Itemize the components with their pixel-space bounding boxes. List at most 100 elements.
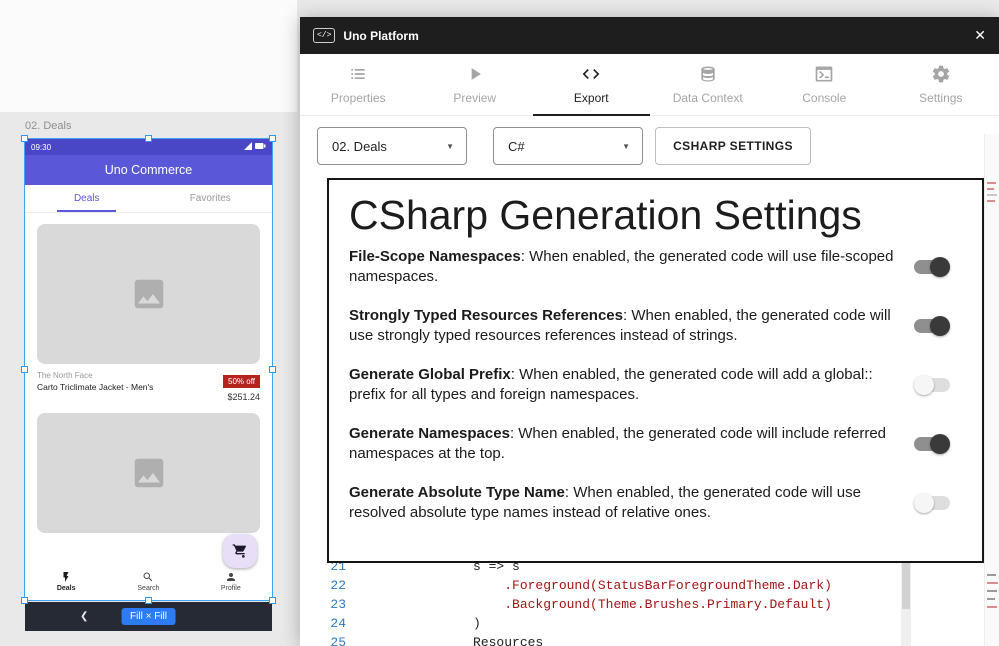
nav-item-profile[interactable]: Profile <box>190 571 272 592</box>
selection-handle[interactable] <box>21 366 28 373</box>
code-minimap[interactable] <box>984 134 999 646</box>
setting-text: Generate Global Prefix: When enabled, th… <box>349 365 896 405</box>
status-icons <box>244 142 266 152</box>
phone-tab-deals[interactable]: Deals <box>25 185 149 212</box>
selection-handle[interactable] <box>269 597 276 604</box>
list-icon <box>348 64 368 84</box>
line-number: 24 <box>300 614 346 633</box>
code-editor: 21 s => s 22 .Foreground(StatusBarForegr… <box>300 557 900 646</box>
code-icon <box>581 64 601 84</box>
tab-label: Console <box>802 91 846 105</box>
tab-label: Data Context <box>673 91 743 105</box>
tab-settings[interactable]: Settings <box>883 54 999 115</box>
minimap-mark <box>987 598 995 600</box>
product-card-2[interactable] <box>37 413 260 533</box>
nav-label: Deals <box>57 585 76 592</box>
toggle-generate-absolute-type-name[interactable] <box>914 493 950 513</box>
status-time: 09:30 <box>31 143 51 152</box>
discount-badge: 50% off <box>223 375 260 388</box>
phone-app-bar: Uno Commerce <box>25 155 272 185</box>
product-name: Carto Triclimate Jacket - Men's <box>37 382 153 392</box>
uno-logo-icon: </> <box>313 28 335 43</box>
toggle-file-scope-namespaces[interactable] <box>914 257 950 277</box>
chevron-down-icon: ▼ <box>446 142 454 151</box>
setting-text: Generate Namespaces: When enabled, the g… <box>349 424 896 464</box>
selection-handle[interactable] <box>269 366 276 373</box>
selection-handle[interactable] <box>21 597 28 604</box>
selection-handle[interactable] <box>145 135 152 142</box>
page-select[interactable]: 02. Deals ▼ <box>317 127 467 165</box>
database-icon <box>698 64 718 84</box>
code-text: Resources <box>356 633 543 646</box>
csharp-settings-label: CSHARP SETTINGS <box>673 139 793 153</box>
product-card-1[interactable] <box>37 224 260 364</box>
chevron-down-icon: ▼ <box>622 142 630 151</box>
collapse-chevron-icon[interactable]: ❮ <box>80 611 88 622</box>
layout-fill-badge[interactable]: Fill × Fill <box>121 608 176 625</box>
close-icon[interactable]: ✕ <box>974 27 986 44</box>
tab-preview[interactable]: Preview <box>417 54 534 115</box>
profile-icon <box>225 571 237 583</box>
toggle-knob <box>930 316 950 336</box>
product-info-row: The North Face Carto Triclimate Jacket -… <box>25 364 272 402</box>
phone-tab-favorites[interactable]: Favorites <box>149 185 273 212</box>
setting-row: Generate Global Prefix: When enabled, th… <box>349 365 964 405</box>
tab-export[interactable]: Export <box>533 54 650 115</box>
nav-item-deals[interactable]: Deals <box>25 571 107 592</box>
gear-icon <box>931 64 951 84</box>
tab-label: Export <box>574 91 609 105</box>
product-text: The North Face Carto Triclimate Jacket -… <box>37 371 153 392</box>
artboard-label[interactable]: 02. Deals <box>25 120 71 132</box>
setting-row: Strongly Typed Resources References: Whe… <box>349 306 964 346</box>
code-text: ) <box>356 614 481 633</box>
minimap-mark <box>987 574 996 576</box>
selection-handle[interactable] <box>145 597 152 604</box>
tab-data-context[interactable]: Data Context <box>650 54 767 115</box>
toggle-knob <box>930 257 950 277</box>
tab-label: Preview <box>453 91 496 105</box>
tab-console[interactable]: Console <box>766 54 883 115</box>
play-icon <box>465 64 485 84</box>
product-brand: The North Face <box>37 371 153 380</box>
page-select-value: 02. Deals <box>332 139 387 154</box>
phone-tab-bar: Deals Favorites <box>25 185 272 213</box>
toggle-generate-namespaces[interactable] <box>914 434 950 454</box>
design-canvas: 02. Deals 09:30 Uno Commerce Deals Favor… <box>0 0 999 646</box>
code-scrollbar[interactable] <box>901 557 911 646</box>
language-select-value: C# <box>508 139 525 154</box>
line-number: 22 <box>300 576 346 595</box>
setting-name: Generate Absolute Type Name <box>349 484 565 501</box>
export-toolbar: 02. Deals ▼ C# ▼ CSHARP SETTINGS <box>300 116 999 176</box>
toggle-strongly-typed-resources[interactable] <box>914 316 950 336</box>
scrollbar-thumb[interactable] <box>902 563 910 609</box>
hot-design-toolbar: ❮ Fill × Fill <box>25 602 272 631</box>
selection-handle[interactable] <box>269 135 276 142</box>
minimap-mark <box>987 182 996 184</box>
minimap-mark <box>987 582 998 584</box>
line-number: 23 <box>300 595 346 614</box>
console-icon <box>814 64 834 84</box>
language-select[interactable]: C# ▼ <box>493 127 643 165</box>
phone-app-title: Uno Commerce <box>105 163 193 177</box>
minimap-mark <box>987 590 997 592</box>
panel-header: </> Uno Platform ✕ <box>300 17 999 54</box>
toggle-generate-global-prefix[interactable] <box>914 375 950 395</box>
selection-handle[interactable] <box>21 135 28 142</box>
cart-fab-button[interactable] <box>223 534 257 568</box>
tab-properties[interactable]: Properties <box>300 54 417 115</box>
setting-name: Generate Namespaces <box>349 425 510 442</box>
selected-artboard[interactable]: 09:30 Uno Commerce Deals Favorites The N… <box>25 139 272 600</box>
nav-item-search[interactable]: Search <box>107 571 189 592</box>
setting-row: Generate Namespaces: When enabled, the g… <box>349 424 964 464</box>
phone-preview: 09:30 Uno Commerce Deals Favorites The N… <box>25 139 272 600</box>
code-line: 22 .Foreground(StatusBarForegroundTheme.… <box>300 576 900 595</box>
flash-icon <box>60 571 72 583</box>
csharp-settings-button[interactable]: CSHARP SETTINGS <box>655 127 811 165</box>
minimap-mark <box>987 606 997 608</box>
phone-content: The North Face Carto Triclimate Jacket -… <box>25 213 272 562</box>
toggle-knob <box>930 434 950 454</box>
nav-label: Profile <box>221 585 241 592</box>
csharp-settings-modal: CSharp Generation Settings File-Scope Na… <box>327 178 984 563</box>
nav-label: Search <box>137 585 159 592</box>
product-price: $251.24 <box>223 392 260 402</box>
